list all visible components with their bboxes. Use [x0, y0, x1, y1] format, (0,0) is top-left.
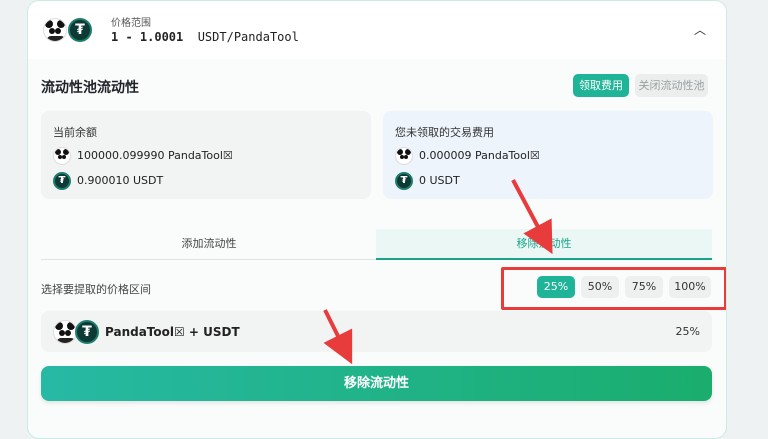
- panda-token-icon: [43, 18, 67, 42]
- pair-symbol: USDT/PandaTool: [197, 30, 299, 44]
- liquidity-tabs: 添加流动性 移除流动性: [41, 229, 712, 260]
- tab-remove-liquidity[interactable]: 移除流动性: [376, 229, 712, 260]
- usdt-token-icon: ₮: [75, 320, 99, 344]
- price-range-numbers: 1 - 1.0001: [111, 30, 184, 44]
- section-title: 流动性池流动性: [41, 80, 139, 96]
- usdt-token-icon: ₮: [68, 18, 92, 42]
- remove-liquidity-button[interactable]: 移除流动性: [41, 366, 712, 401]
- fees-label: 您未领取的交易费用: [395, 126, 494, 139]
- balance-box: 当前余额 100000.099990 PandaTool☒ ₮ 0.900010…: [41, 111, 371, 199]
- pair-label: PandaTool☒ + USDT: [105, 325, 240, 339]
- fees-box: 您未领取的交易费用 0.000009 PandaTool☒ ₮ 0 USDT: [383, 111, 713, 199]
- panda-token-icon: [395, 147, 413, 165]
- pair-summary: ₮ PandaTool☒ + USDT 25%: [41, 311, 712, 352]
- claim-fees-button[interactable]: 领取费用: [573, 74, 629, 97]
- balance-usdt-amount: 0.900010 USDT: [77, 174, 164, 187]
- balance-token-amount: 100000.099990 PandaTool☒: [77, 149, 233, 162]
- price-range-value: 1 - 1.0001 USDT/PandaTool: [111, 30, 299, 44]
- panda-token-icon: [53, 147, 71, 165]
- tab-add-liquidity[interactable]: 添加流动性: [41, 229, 377, 260]
- liquidity-card: ₮ 价格范围 1 - 1.0001 USDT/PandaTool ︿ 流动性池流…: [27, 0, 727, 439]
- balance-label: 当前余额: [53, 126, 97, 139]
- chevron-up-icon[interactable]: ︿: [694, 21, 706, 38]
- pair-percent: 25%: [675, 325, 700, 338]
- fees-token-amount: 0.000009 PandaTool☒: [419, 149, 540, 162]
- close-pool-button[interactable]: 关闭流动性池: [635, 74, 708, 97]
- usdt-token-icon: ₮: [53, 172, 71, 190]
- position-header[interactable]: ₮ 价格范围 1 - 1.0001 USDT/PandaTool ︿: [28, 1, 726, 59]
- range-select-label: 选择要提取的价格区间: [41, 283, 151, 296]
- usdt-token-icon: ₮: [395, 172, 413, 190]
- panda-token-icon: [53, 320, 77, 344]
- price-range-label: 价格范围: [111, 18, 151, 29]
- highlight-box: [501, 267, 726, 310]
- fees-usdt-amount: 0 USDT: [419, 174, 460, 187]
